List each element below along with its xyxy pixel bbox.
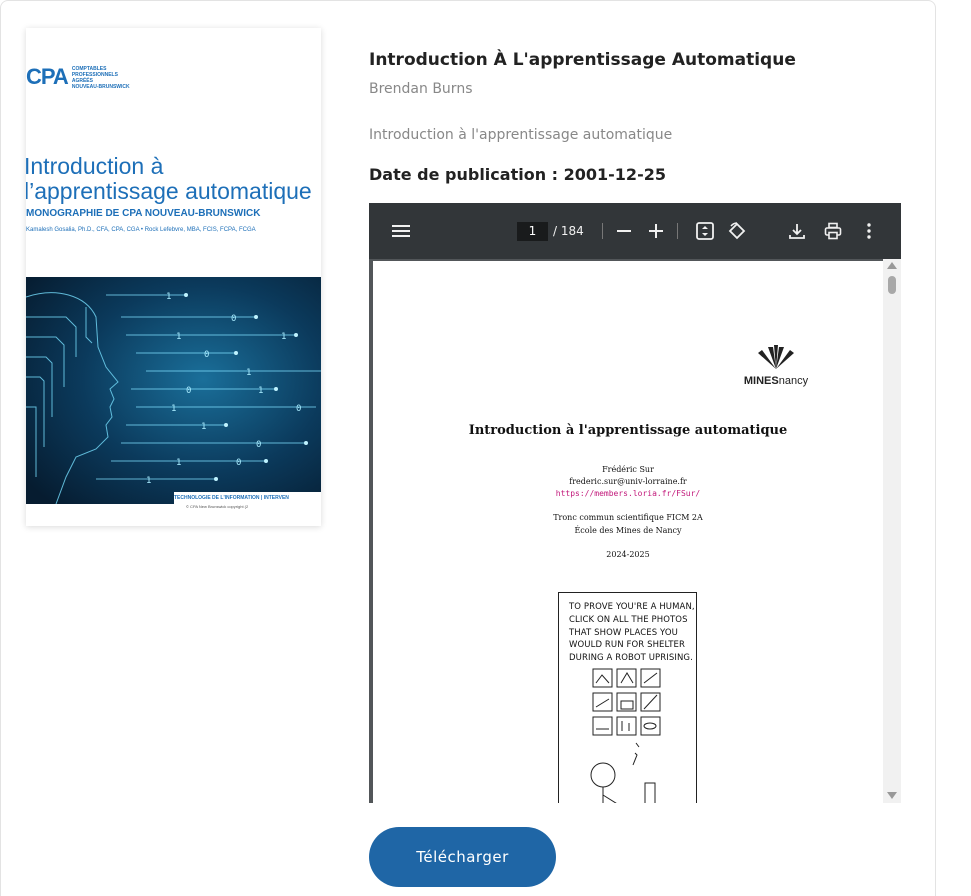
svg-text:0: 0 [204, 350, 209, 360]
svg-text:0: 0 [231, 314, 236, 324]
book-title: Introduction À L'apprentissage Automatiq… [369, 50, 796, 70]
scroll-down-arrow-icon[interactable] [887, 792, 897, 799]
comic-caption: TO PROVE YOU'RE A HUMAN, CLICK ON ALL TH… [569, 602, 695, 664]
svg-text:0: 0 [296, 404, 301, 414]
xkcd-comic: TO PROVE YOU'RE A HUMAN, CLICK ON ALL TH… [558, 592, 697, 803]
cover-subtitle: MONOGRAPHIE DE CPA NOUVEAU-BRUNSWICK [26, 208, 261, 219]
svg-text:0: 0 [236, 458, 241, 468]
rotate-icon[interactable] [727, 221, 747, 241]
print-icon[interactable] [823, 221, 843, 241]
book-description: Introduction à l'apprentissage automatiq… [369, 127, 673, 143]
download-button[interactable]: Télécharger [369, 827, 556, 887]
pdf-viewer[interactable]: / 184 [369, 203, 901, 803]
mines-nancy-logo: MINESnancy [741, 345, 811, 387]
cover-footer-band: TECHNOLOGIE DE L'INFORMATION | INTERVEN … [174, 492, 321, 514]
comic-drawing [590, 668, 661, 803]
book-cover: CPA COMPTABLES PROFESSIONNELS AGRÉÉS NOU… [26, 28, 321, 526]
pdf-link-line: https://members.loria.fr/FSur/ [373, 489, 883, 498]
mines-logo-mark [758, 345, 794, 369]
pdf-url-link[interactable]: https://members.loria.fr/FSur/ [556, 489, 701, 498]
svg-text:0: 0 [186, 386, 191, 396]
book-author: Brendan Burns [369, 81, 473, 97]
svg-text:1: 1 [166, 292, 171, 302]
pdf-email: frederic.sur@univ-lorraine.fr [569, 477, 687, 486]
fit-page-icon[interactable] [695, 221, 715, 241]
scroll-up-arrow-icon[interactable] [887, 262, 897, 269]
page-total: / 184 [553, 224, 584, 238]
pdf-years: 2024-2025 [606, 550, 650, 559]
svg-text:1: 1 [281, 332, 286, 342]
pdf-school: École des Mines de Nancy [574, 526, 682, 535]
page-number-input[interactable] [517, 222, 548, 241]
pdf-toolbar: / 184 [369, 203, 901, 259]
pdf-scrollbar[interactable] [883, 259, 901, 803]
cover-copyright: © CPA New Brunswick copyright (2 [186, 504, 249, 509]
svg-text:1: 1 [176, 458, 181, 468]
pdf-document-title: Introduction à l'apprentissage automatiq… [468, 423, 788, 438]
cover-title: Introduction à l’apprentissage automatiq… [26, 154, 321, 204]
svg-text:0: 0 [256, 440, 261, 450]
cpa-logo: CPA COMPTABLES PROFESSIONNELS AGRÉÉS NOU… [26, 64, 130, 91]
toolbar-divider [677, 223, 678, 239]
minus-icon[interactable] [614, 221, 634, 241]
cover-footer-text: TECHNOLOGIE DE L'INFORMATION | INTERVEN [174, 495, 289, 501]
cpa-logo-mark: CPA [26, 64, 69, 89]
pdf-page: MINESnancy Introduction à l'apprentissag… [373, 261, 883, 803]
pdf-author: Frédéric Sur [602, 465, 654, 474]
pdf-course: Tronc commun scientifique FICM 2A [553, 513, 703, 522]
publication-date: Date de publication : 2001-12-25 [369, 165, 666, 184]
svg-text:1: 1 [146, 476, 151, 486]
cover-authors: Kamalesh Gosalia, Ph.D., CFA, CPA, CGA •… [26, 227, 256, 233]
book-card: CPA COMPTABLES PROFESSIONNELS AGRÉÉS NOU… [0, 0, 936, 896]
download-icon[interactable] [787, 221, 807, 241]
circuit-face-illustration: 10 11 01 01 10 10 10 1 [26, 277, 321, 504]
logo-text-light: nancy [778, 375, 809, 387]
svg-text:1: 1 [258, 386, 263, 396]
scroll-thumb[interactable] [888, 276, 896, 294]
svg-text:1: 1 [171, 404, 176, 414]
menu-icon[interactable] [391, 221, 411, 241]
toolbar-divider [602, 223, 603, 239]
cpa-logo-text: COMPTABLES PROFESSIONNELS AGRÉÉS NOUVEAU… [72, 66, 130, 90]
cover-title-line1: Introduction à [26, 153, 164, 179]
svg-text:1: 1 [176, 332, 181, 342]
plus-icon[interactable] [646, 221, 666, 241]
cpa-logo-line: NOUVEAU-BRUNSWICK [71, 84, 130, 90]
svg-text:1: 1 [246, 368, 251, 378]
logo-text-bold: MINES [743, 375, 779, 387]
cover-title-line2: l’apprentissage automatique [26, 178, 312, 204]
svg-text:1: 1 [201, 422, 206, 432]
more-vert-icon[interactable] [859, 221, 879, 241]
